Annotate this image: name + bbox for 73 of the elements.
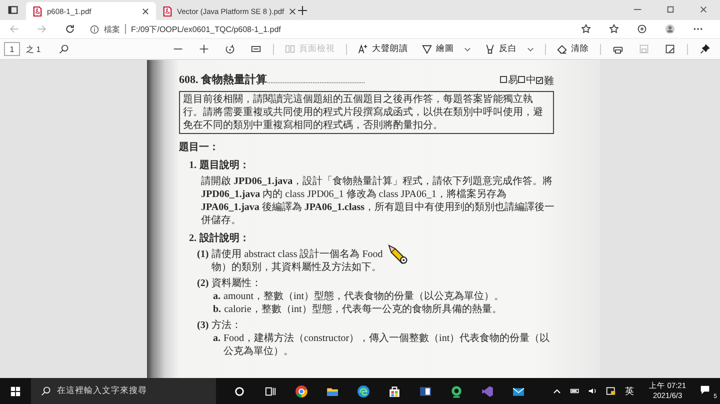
body-text: calorie，整數（int）型態，代表每一公克的食物所具備的熱量。 [224,304,502,314]
start-icon[interactable] [10,386,21,396]
notification-icon[interactable] [700,385,710,395]
search-icon [41,386,51,396]
list-marker: a. [213,290,220,302]
body-text: 題目一： [179,142,219,152]
pin-icon[interactable] [700,44,710,54]
difficulty-label: 易 [508,74,518,86]
close-icon[interactable] [289,8,296,14]
new-tab-icon[interactable] [298,6,307,15]
profile-avatar-icon[interactable] [665,24,675,34]
list-marker: a. [213,332,220,346]
close-icon[interactable] [699,5,708,14]
list-marker: 2. [189,232,196,244]
rotate-icon[interactable] [225,44,235,54]
collections-icon[interactable] [637,24,647,34]
document-title: 608. 食物熱量計算 [179,72,267,87]
input-method-icon[interactable] [606,386,616,396]
fit-page-icon[interactable] [251,44,261,54]
difficulty-label: 中 [526,74,536,86]
store-icon[interactable] [388,384,401,398]
list-marker: (2) [197,276,209,290]
taskbar-search-field[interactable]: 在這裡輸入文字來搜尋 [31,378,216,404]
maximize-icon[interactable] [666,5,675,14]
address-bar[interactable]: 檔案 F:/09下/OOPL/ex0601_TQC/p608-1_1.pdf [84,22,572,36]
notice-box: 題目前後相關，請閱讀完這個題組的五個題目之後再作答，每題答案皆能獨立執行。請將需要重複或共同使用的程式片段撰寫成函式，以供在類別中呼叫使用，避免在不同的類別中重複寫相同的程式碼，否則將酌量扣分。 [179,90,554,134]
print-icon[interactable] [613,44,623,54]
body-text: 題目說明： [200,160,250,170]
favorites-icon[interactable] [609,24,619,34]
page-count: 之 1 [26,44,41,54]
body-text: 資料屬性： [212,278,262,288]
page-number-field[interactable]: 1 [4,42,20,56]
body-text: 物）的類別，其資料屬性及方法如下。 [212,260,383,274]
reading-view-icon[interactable] [581,24,591,34]
toolbar-button[interactable]: 繪圖 [415,41,478,57]
body-text: Food，建構方法（constructor），傳入一個整數（int）代表食物的份量（以公克為單位）。 [224,332,550,356]
toolbar-button[interactable]: 清除 [550,41,596,57]
app-icon[interactable] [450,384,463,398]
zoom-in-icon[interactable] [199,44,209,54]
body-text: amount，整數（int）型態，代表食物的份量（以公克為單位）。 [224,290,504,302]
file-label: 檔案 [104,24,120,34]
speaker-icon[interactable] [588,386,598,396]
difficulty-label: 難 [544,74,554,88]
highlight-icon [485,44,495,54]
chevron-down-icon [464,46,471,52]
draw-icon [422,44,432,54]
page-view-icon [285,44,295,54]
body-text: 請使用 abstract class 設計一個名為 Food [212,248,383,260]
body-text: 設計說明： [200,232,250,244]
tab-actions-icon[interactable] [8,5,18,15]
list-marker: b. [213,302,222,316]
pdf-file-icon [163,6,172,16]
list-marker: (1) [197,248,209,262]
read-aloud-icon [358,44,368,54]
pdf-file-icon [33,6,42,16]
body-text: 方法： [212,320,242,330]
search-placeholder: 在這裡輸入文字來搜尋 [57,385,147,397]
eraser-icon [557,44,567,54]
task-view-icon[interactable] [265,386,276,396]
toolbar-button[interactable]: 大聲朗讀 [351,41,415,57]
toolbar-button[interactable]: 反白 [478,41,541,57]
battery-icon[interactable] [570,386,580,396]
info-icon[interactable] [90,24,99,34]
close-icon[interactable] [142,8,149,14]
chevron-down-icon [527,46,534,52]
search-icon[interactable] [58,44,69,54]
refresh-icon[interactable] [65,24,75,34]
list-marker: 1. [189,158,196,172]
url-text: F:/09下/OOPL/ex0601_TQC/p608-1_1.pdf [131,24,281,34]
language-indicator[interactable]: 英 [625,384,634,398]
body-text: 請開啟 JPD06_1.java，設計「食物熱量計算」程式，請依下列題意完成作答。將 JPD06_1.java 內的 class JPD06_1 修改為 class JPA06_1，將檔案另存為 JPA06_1.java 後編譯為 JPA06_1.class，所有題目中有使用到的類別也請編譯後一併儲存。 [201,176,555,226]
list-marker: (3) [197,318,209,332]
save-as-icon[interactable] [665,44,675,54]
